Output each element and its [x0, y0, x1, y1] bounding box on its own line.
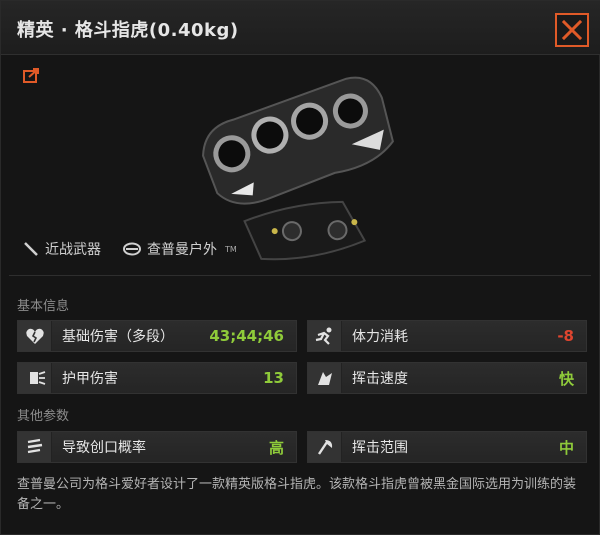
running-icon: [308, 321, 342, 351]
stat-bleed-chance: 导致创口概率 高: [17, 431, 297, 463]
stat-base-damage: 基础伤害（多段） 43;44;46: [17, 320, 297, 352]
item-description: 查普曼公司为格斗爱好者设计了一款精英版格斗指虎。该款格斗指虎曾被黑金国际选用为训…: [17, 477, 577, 512]
armor-hit-icon: [18, 363, 52, 393]
brand-tag: 查普曼户外 TM: [123, 239, 237, 259]
stat-value: 快: [558, 369, 574, 388]
stat-label: 基础伤害（多段）: [62, 329, 174, 345]
close-button[interactable]: [555, 13, 589, 47]
share-button[interactable]: [23, 67, 41, 83]
stat-value: 43;44;46: [209, 327, 284, 345]
brand-logo-icon: [123, 242, 141, 256]
section-title-other: 其他参数: [17, 409, 70, 424]
stat-label: 护甲伤害: [62, 371, 118, 387]
item-detail-panel: 精英 · 格斗指虎(0.40kg) 近战武器 查普曼户外 TM 基本信息 基础伤…: [0, 0, 600, 535]
stat-swing-range: 挥击范围 中: [307, 431, 587, 463]
brand-label: 查普曼户外: [147, 242, 217, 258]
brass-knuckles-image: [202, 76, 394, 261]
broken-heart-icon: [18, 321, 52, 351]
stat-label: 挥击速度: [352, 371, 408, 387]
stat-value: 13: [263, 369, 284, 387]
stat-label: 导致创口概率: [62, 440, 146, 456]
stat-swing-speed: 挥击速度 快: [307, 362, 587, 394]
section-title-basic: 基本信息: [17, 299, 70, 314]
item-title: 精英 · 格斗指虎(0.40kg): [17, 20, 239, 41]
close-icon: [561, 19, 583, 41]
brand-trademark: TM: [225, 244, 237, 254]
stat-stamina-cost: 体力消耗 -8: [307, 320, 587, 352]
share-icon: [23, 68, 39, 83]
stat-label: 体力消耗: [352, 329, 408, 345]
weapon-type-tag: 近战武器: [23, 239, 101, 259]
stat-label: 挥击范围: [352, 440, 408, 456]
item-tags: 近战武器 查普曼户外 TM: [23, 237, 237, 261]
wound-icon: [18, 432, 52, 462]
stat-value: 高: [268, 438, 284, 457]
knife-icon: [24, 242, 38, 256]
stat-value: -8: [557, 327, 574, 345]
stat-value: 中: [558, 438, 574, 457]
divider: [9, 275, 591, 276]
weapon-type-label: 近战武器: [45, 242, 101, 258]
stat-armor-damage: 护甲伤害 13: [17, 362, 297, 394]
swing-speed-icon: [308, 363, 342, 393]
axe-icon: [308, 432, 342, 462]
header-bar: 精英 · 格斗指虎(0.40kg): [1, 1, 600, 55]
